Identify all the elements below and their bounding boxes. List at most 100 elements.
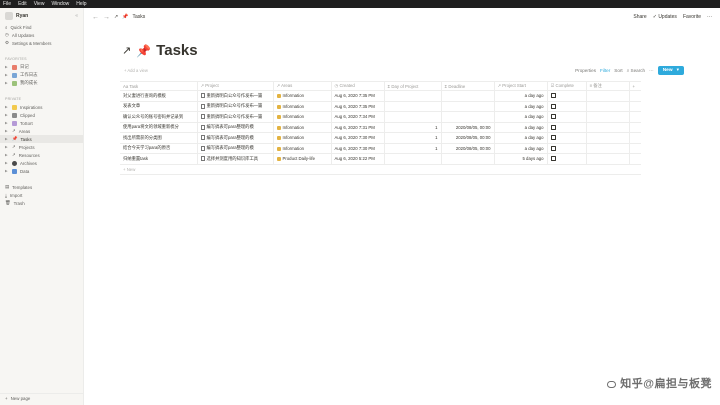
notes-cell[interactable]	[586, 90, 630, 102]
sidebar-item-tasks[interactable]: ▶ 📌 Tasks	[0, 135, 83, 143]
updates-button[interactable]: ✓ Updates	[653, 14, 677, 20]
menu-file[interactable]: File	[3, 1, 11, 7]
notes-cell[interactable]	[586, 153, 630, 165]
properties-button[interactable]: Properties	[575, 68, 596, 73]
table-row[interactable]: 归纳重置task 选择并测度用的知识库工具 Product Daily-life Au…	[120, 153, 641, 165]
project-link[interactable]: 重新搞明白公众号作发布一篇	[207, 93, 263, 98]
expand-triangle-icon[interactable]: ▶	[5, 113, 9, 117]
more-options-button[interactable]: ···	[707, 14, 712, 20]
column-header-task[interactable]: Aa Task	[120, 81, 198, 91]
task-cell[interactable]: 结合今天学习para的原否	[120, 143, 198, 154]
task-cell[interactable]: 发表文章	[120, 101, 198, 112]
sidebar-item-tosort[interactable]: ▶ ToSort	[0, 119, 83, 127]
column-header-complete[interactable]: ☑ Complete	[547, 81, 587, 91]
expand-triangle-icon[interactable]: ▶	[5, 129, 9, 133]
sidebar-import[interactable]: ⤓ Import	[0, 191, 83, 199]
column-header-project[interactable]: ↗ Project	[197, 81, 274, 91]
sidebar-trash[interactable]: 🗑 Trash	[0, 199, 83, 207]
sidebar-item-growth[interactable]: ▶ 我的成长	[0, 79, 83, 87]
expand-triangle-icon[interactable]: ▶	[5, 65, 9, 69]
workspace-switcher[interactable]: Ryan «	[0, 8, 83, 23]
task-cell[interactable]: 对父妻进行查询的模板	[120, 90, 198, 102]
column-header-created[interactable]: ◷ Created	[331, 81, 385, 91]
table-row[interactable]: 发表文章 重新搞明白公众号作发布一篇 Information Aug 6, 2020 …	[120, 101, 641, 112]
project-link[interactable]: 重新搞明白公众号作发布一篇	[207, 103, 263, 108]
chevron-down-icon[interactable]: ▾	[677, 68, 679, 73]
back-arrow-icon[interactable]: ←	[92, 14, 99, 21]
complete-checkbox[interactable]	[550, 135, 556, 141]
new-row[interactable]: + New	[120, 164, 641, 175]
page-title[interactable]: Tasks	[156, 42, 197, 59]
project-cell[interactable]: 编写搞表可para整理的模	[197, 143, 274, 154]
task-cell[interactable]: 确认公众号的账号密码并记录到	[120, 111, 198, 123]
table-row[interactable]: 确认公众号的账号密码并记录到 重新搞明白公众号作发布一篇 Information Au…	[120, 111, 641, 123]
project-link[interactable]: 编写搞表可para整理的模	[207, 124, 254, 129]
task-cell[interactable]: 使用para将文的领域重新梳分	[120, 122, 198, 133]
complete-checkbox[interactable]	[550, 114, 556, 120]
table-row[interactable]: 使用para将文的领域重新梳分 编写搞表可para整理的模 Information A…	[120, 122, 641, 133]
project-link[interactable]: 选择并测度用的知识库工具	[207, 156, 259, 161]
sidebar-quick-find[interactable]: ⌕ Quick Find	[0, 23, 83, 31]
expand-triangle-icon[interactable]: ▶	[5, 169, 9, 173]
column-header-day-of-project[interactable]: Σ Day of Project	[384, 81, 442, 91]
areas-cell[interactable]: Information	[273, 101, 332, 112]
sidebar-item-diary[interactable]: ▶ 日记	[0, 63, 83, 71]
add-view-button[interactable]: + Add a view	[124, 68, 148, 73]
menu-view[interactable]: View	[34, 1, 45, 7]
task-cell[interactable]: 找出所需获的分类图	[120, 132, 198, 144]
collapse-sidebar-icon[interactable]: «	[75, 13, 78, 19]
menu-help[interactable]: Help	[76, 1, 86, 7]
sidebar-item-worklog[interactable]: ▶ 工作日志	[0, 71, 83, 79]
notes-cell[interactable]	[586, 111, 630, 123]
column-header-project-start[interactable]: ↗ Project Start	[494, 81, 548, 91]
column-header-deadline[interactable]: Σ Deadline	[441, 81, 495, 91]
sort-button[interactable]: Sort	[614, 68, 622, 73]
expand-triangle-icon[interactable]: ▶	[5, 137, 9, 141]
notes-cell[interactable]	[586, 101, 630, 112]
sidebar-item-resources[interactable]: ▶ ↗ Resources	[0, 151, 83, 159]
project-cell[interactable]: 重新搞明白公众号作发布一篇	[197, 101, 274, 112]
project-link[interactable]: 编写搞表可para整理的模	[207, 145, 254, 150]
areas-cell[interactable]: Information	[273, 111, 332, 123]
expand-triangle-icon[interactable]: ▶	[5, 105, 9, 109]
complete-checkbox[interactable]	[550, 93, 556, 99]
notes-cell[interactable]	[586, 132, 630, 144]
notes-cell[interactable]	[586, 143, 630, 154]
column-header-notes[interactable]: ≡ 备注	[586, 81, 630, 91]
expand-triangle-icon[interactable]: ▶	[5, 145, 9, 149]
forward-arrow-icon[interactable]: →	[103, 14, 110, 21]
sidebar-item-clipped[interactable]: ▶ Clipped	[0, 111, 83, 119]
complete-checkbox[interactable]	[550, 156, 556, 162]
add-column-button[interactable]: +	[629, 81, 641, 91]
expand-triangle-icon[interactable]: ▶	[5, 81, 9, 85]
sidebar-item-areas[interactable]: ▶ ↗ Areas	[0, 127, 83, 135]
area-link[interactable]: Information	[283, 146, 305, 151]
project-cell[interactable]: 重新搞明白公众号作发布一篇	[197, 90, 274, 102]
project-cell[interactable]: 编写搞表可para整理的模	[197, 122, 274, 133]
area-link[interactable]: Information	[283, 93, 305, 98]
area-link[interactable]: Information	[283, 114, 305, 119]
table-row[interactable]: 对父妻进行查询的模板 重新搞明白公众号作发布一篇 Information Aug 6,…	[120, 90, 641, 102]
sidebar-item-inspirations[interactable]: ▶ Inspirations	[0, 103, 83, 111]
breadcrumb[interactable]: Tasks	[132, 14, 145, 20]
pin-icon[interactable]: 📌	[136, 44, 151, 58]
complete-checkbox[interactable]	[550, 145, 556, 151]
project-cell[interactable]: 编写搞表可para整理的模	[197, 132, 274, 144]
sidebar-item-data[interactable]: ▶ Data	[0, 167, 83, 175]
project-link[interactable]: 编写搞表可para整理的模	[207, 135, 254, 140]
expand-triangle-icon[interactable]: ▶	[5, 73, 9, 77]
filter-button[interactable]: Filter	[600, 68, 610, 73]
expand-triangle-icon[interactable]: ▶	[5, 153, 9, 157]
new-button[interactable]: New ▾	[657, 66, 684, 75]
area-link[interactable]: Information	[283, 104, 305, 109]
areas-cell[interactable]: Information	[273, 90, 332, 102]
notes-cell[interactable]	[586, 122, 630, 133]
new-row-button[interactable]: + New	[120, 164, 641, 175]
task-cell[interactable]: 归纳重置task	[120, 153, 198, 165]
sidebar-settings[interactable]: ⚙ Settings & Members	[0, 39, 83, 47]
complete-checkbox[interactable]	[550, 124, 556, 130]
column-header-areas[interactable]: ↗ Areas	[273, 81, 332, 91]
areas-cell[interactable]: Information	[273, 143, 332, 154]
project-cell[interactable]: 选择并测度用的知识库工具	[197, 153, 274, 165]
more-options-button[interactable]: ···	[649, 68, 654, 73]
